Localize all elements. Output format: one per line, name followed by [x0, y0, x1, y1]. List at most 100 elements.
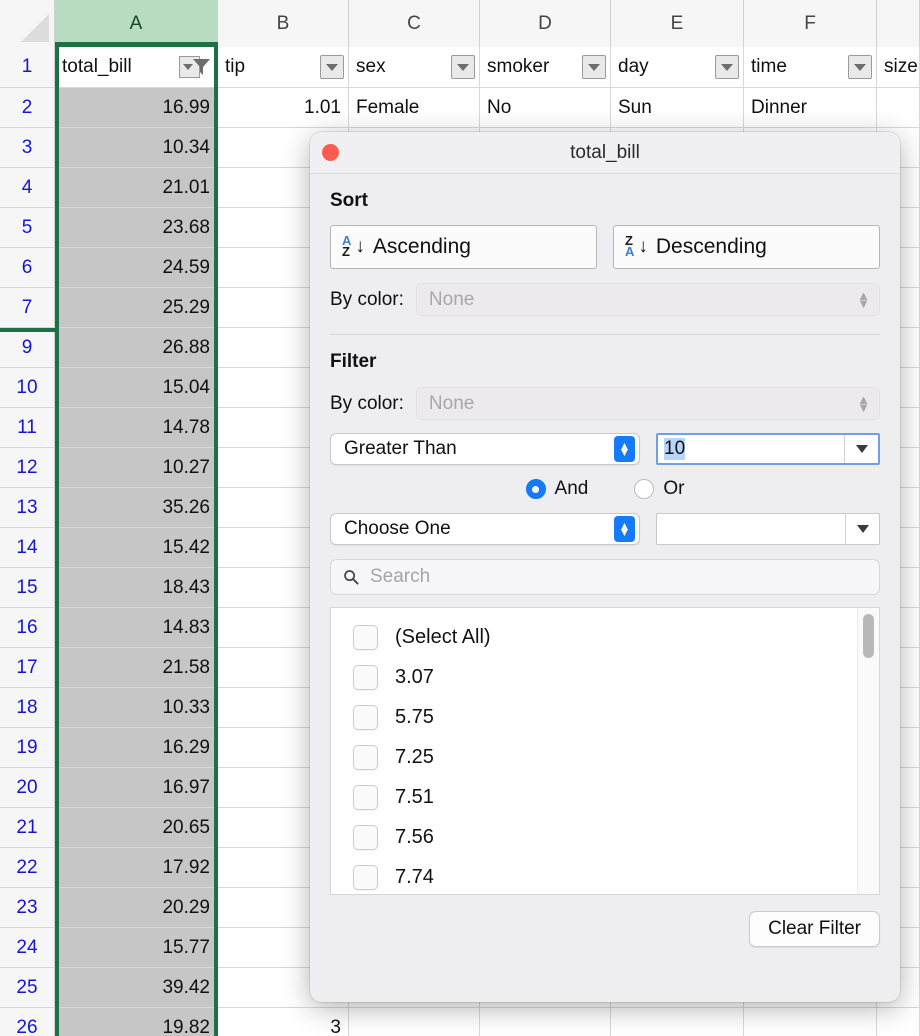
filter-operator-2-select[interactable]: Choose One ▲▼ — [330, 513, 640, 545]
row-number-1[interactable]: 1 — [0, 47, 55, 87]
cell-sex-2[interactable]: Female — [349, 88, 480, 127]
filter-value-2-dropdown[interactable] — [845, 514, 879, 544]
field-header-total-bill[interactable]: total_bill — [55, 47, 218, 87]
filter-conjunction-and[interactable]: And — [526, 478, 589, 500]
filter-by-color-select[interactable]: None ▲▼ — [416, 387, 880, 420]
field-header-smoker[interactable]: smoker — [480, 47, 611, 87]
row-number-15[interactable]: 15 — [0, 568, 55, 607]
table-row[interactable]: 216.991.01FemaleNoSunDinner — [0, 88, 920, 128]
cell-total_bill-11[interactable]: 14.78 — [55, 408, 218, 447]
row-number-9[interactable]: 9 — [0, 328, 55, 367]
radio-or-icon[interactable] — [634, 479, 654, 499]
row-number-3[interactable]: 3 — [0, 128, 55, 167]
cell-time-2[interactable]: Dinner — [744, 88, 877, 127]
row-number-14[interactable]: 14 — [0, 528, 55, 567]
cell-total_bill-9[interactable]: 26.88 — [55, 328, 218, 367]
row-number-12[interactable]: 12 — [0, 448, 55, 487]
list-item[interactable]: 7.74 — [331, 857, 857, 894]
column-header-b[interactable]: B — [218, 0, 349, 47]
filter-dropdown-sex[interactable] — [451, 55, 475, 79]
cell-tip-2[interactable]: 1.01 — [218, 88, 349, 127]
cell-total_bill-14[interactable]: 15.42 — [55, 528, 218, 567]
row-number-19[interactable]: 19 — [0, 728, 55, 767]
cell-day-2[interactable]: Sun — [611, 88, 744, 127]
cell-total_bill-26[interactable]: 19.82 — [55, 1008, 218, 1036]
cell-time-26[interactable] — [744, 1008, 877, 1036]
column-header-e[interactable]: E — [611, 0, 744, 47]
list-item[interactable]: 3.07 — [331, 657, 857, 697]
checkbox-icon[interactable] — [353, 745, 378, 770]
filter-value-1-dropdown[interactable] — [844, 435, 878, 463]
list-item[interactable]: 7.56 — [331, 817, 857, 857]
cell-total_bill-20[interactable]: 16.97 — [55, 768, 218, 807]
cell-total_bill-5[interactable]: 23.68 — [55, 208, 218, 247]
cell-total_bill-17[interactable]: 21.58 — [55, 648, 218, 687]
row-number-4[interactable]: 4 — [0, 168, 55, 207]
row-number-18[interactable]: 18 — [0, 688, 55, 727]
filter-dropdown-tip[interactable] — [320, 55, 344, 79]
cell-day-26[interactable] — [611, 1008, 744, 1036]
cell-total_bill-23[interactable]: 20.29 — [55, 888, 218, 927]
checkbox-icon[interactable] — [353, 705, 378, 730]
filter-operator-1-select[interactable]: Greater Than ▲▼ — [330, 433, 640, 465]
cell-total_bill-18[interactable]: 10.33 — [55, 688, 218, 727]
sort-ascending-button[interactable]: A Z ↓ Ascending — [330, 225, 597, 269]
row-number-16[interactable]: 16 — [0, 608, 55, 647]
checkbox-icon[interactable] — [353, 825, 378, 850]
field-header-tip[interactable]: tip — [218, 47, 349, 87]
cell-total_bill-16[interactable]: 14.83 — [55, 608, 218, 647]
filter-active-icon[interactable] — [179, 55, 213, 79]
radio-and-icon[interactable] — [526, 479, 546, 499]
row-number-20[interactable]: 20 — [0, 768, 55, 807]
row-number-6[interactable]: 6 — [0, 248, 55, 287]
checkbox-icon[interactable] — [353, 665, 378, 690]
filter-search-box[interactable]: Search — [330, 559, 880, 595]
cell-total_bill-12[interactable]: 10.27 — [55, 448, 218, 487]
filter-value-1-field[interactable]: 10 — [656, 433, 880, 465]
cell-smoker-2[interactable]: No — [480, 88, 611, 127]
cell-total_bill-6[interactable]: 24.59 — [55, 248, 218, 287]
checkbox-icon[interactable] — [353, 625, 378, 650]
row-number-24[interactable]: 24 — [0, 928, 55, 967]
cell-total_bill-21[interactable]: 20.65 — [55, 808, 218, 847]
filter-dropdown-smoker[interactable] — [582, 55, 606, 79]
cell-size-2[interactable] — [877, 88, 920, 127]
cell-total_bill-10[interactable]: 15.04 — [55, 368, 218, 407]
cell-smoker-26[interactable] — [480, 1008, 611, 1036]
row-number-22[interactable]: 22 — [0, 848, 55, 887]
list-item[interactable]: (Select All) — [331, 617, 857, 657]
select-all-corner[interactable] — [0, 0, 55, 47]
field-header-time[interactable]: time — [744, 47, 877, 87]
cell-total_bill-4[interactable]: 21.01 — [55, 168, 218, 207]
row-number-21[interactable]: 21 — [0, 808, 55, 847]
column-header-d[interactable]: D — [480, 0, 611, 47]
column-header-c[interactable]: C — [349, 0, 480, 47]
clear-filter-button[interactable]: Clear Filter — [749, 911, 880, 947]
list-item[interactable]: 7.51 — [331, 777, 857, 817]
cell-total_bill-3[interactable]: 10.34 — [55, 128, 218, 167]
filter-dropdown-day[interactable] — [715, 55, 739, 79]
sort-descending-button[interactable]: Z A ↓ Descending — [613, 225, 880, 269]
row-number-13[interactable]: 13 — [0, 488, 55, 527]
table-row[interactable]: 2619.823 — [0, 1008, 920, 1036]
row-number-2[interactable]: 2 — [0, 88, 55, 127]
row-number-5[interactable]: 5 — [0, 208, 55, 247]
cell-size-26[interactable] — [877, 1008, 920, 1036]
row-number-7[interactable]: 7 — [0, 288, 55, 327]
filter-conjunction-or[interactable]: Or — [634, 478, 684, 500]
row-number-11[interactable]: 11 — [0, 408, 55, 447]
cell-total_bill-22[interactable]: 17.92 — [55, 848, 218, 887]
column-header-a[interactable]: A — [55, 0, 218, 47]
dialog-titlebar[interactable]: total_bill — [310, 132, 900, 174]
filter-list-scrollbar[interactable] — [857, 608, 879, 894]
row-number-10[interactable]: 10 — [0, 368, 55, 407]
sort-by-color-select[interactable]: None ▲▼ — [416, 283, 880, 316]
filter-list-scrollbar-thumb[interactable] — [863, 614, 874, 658]
list-item[interactable]: 5.75 — [331, 697, 857, 737]
row-number-17[interactable]: 17 — [0, 648, 55, 687]
cell-total_bill-24[interactable]: 15.77 — [55, 928, 218, 967]
cell-total_bill-7[interactable]: 25.29 — [55, 288, 218, 327]
cell-tip-26[interactable]: 3 — [218, 1008, 349, 1036]
filter-dropdown-time[interactable] — [848, 55, 872, 79]
column-header-f[interactable]: F — [744, 0, 877, 47]
